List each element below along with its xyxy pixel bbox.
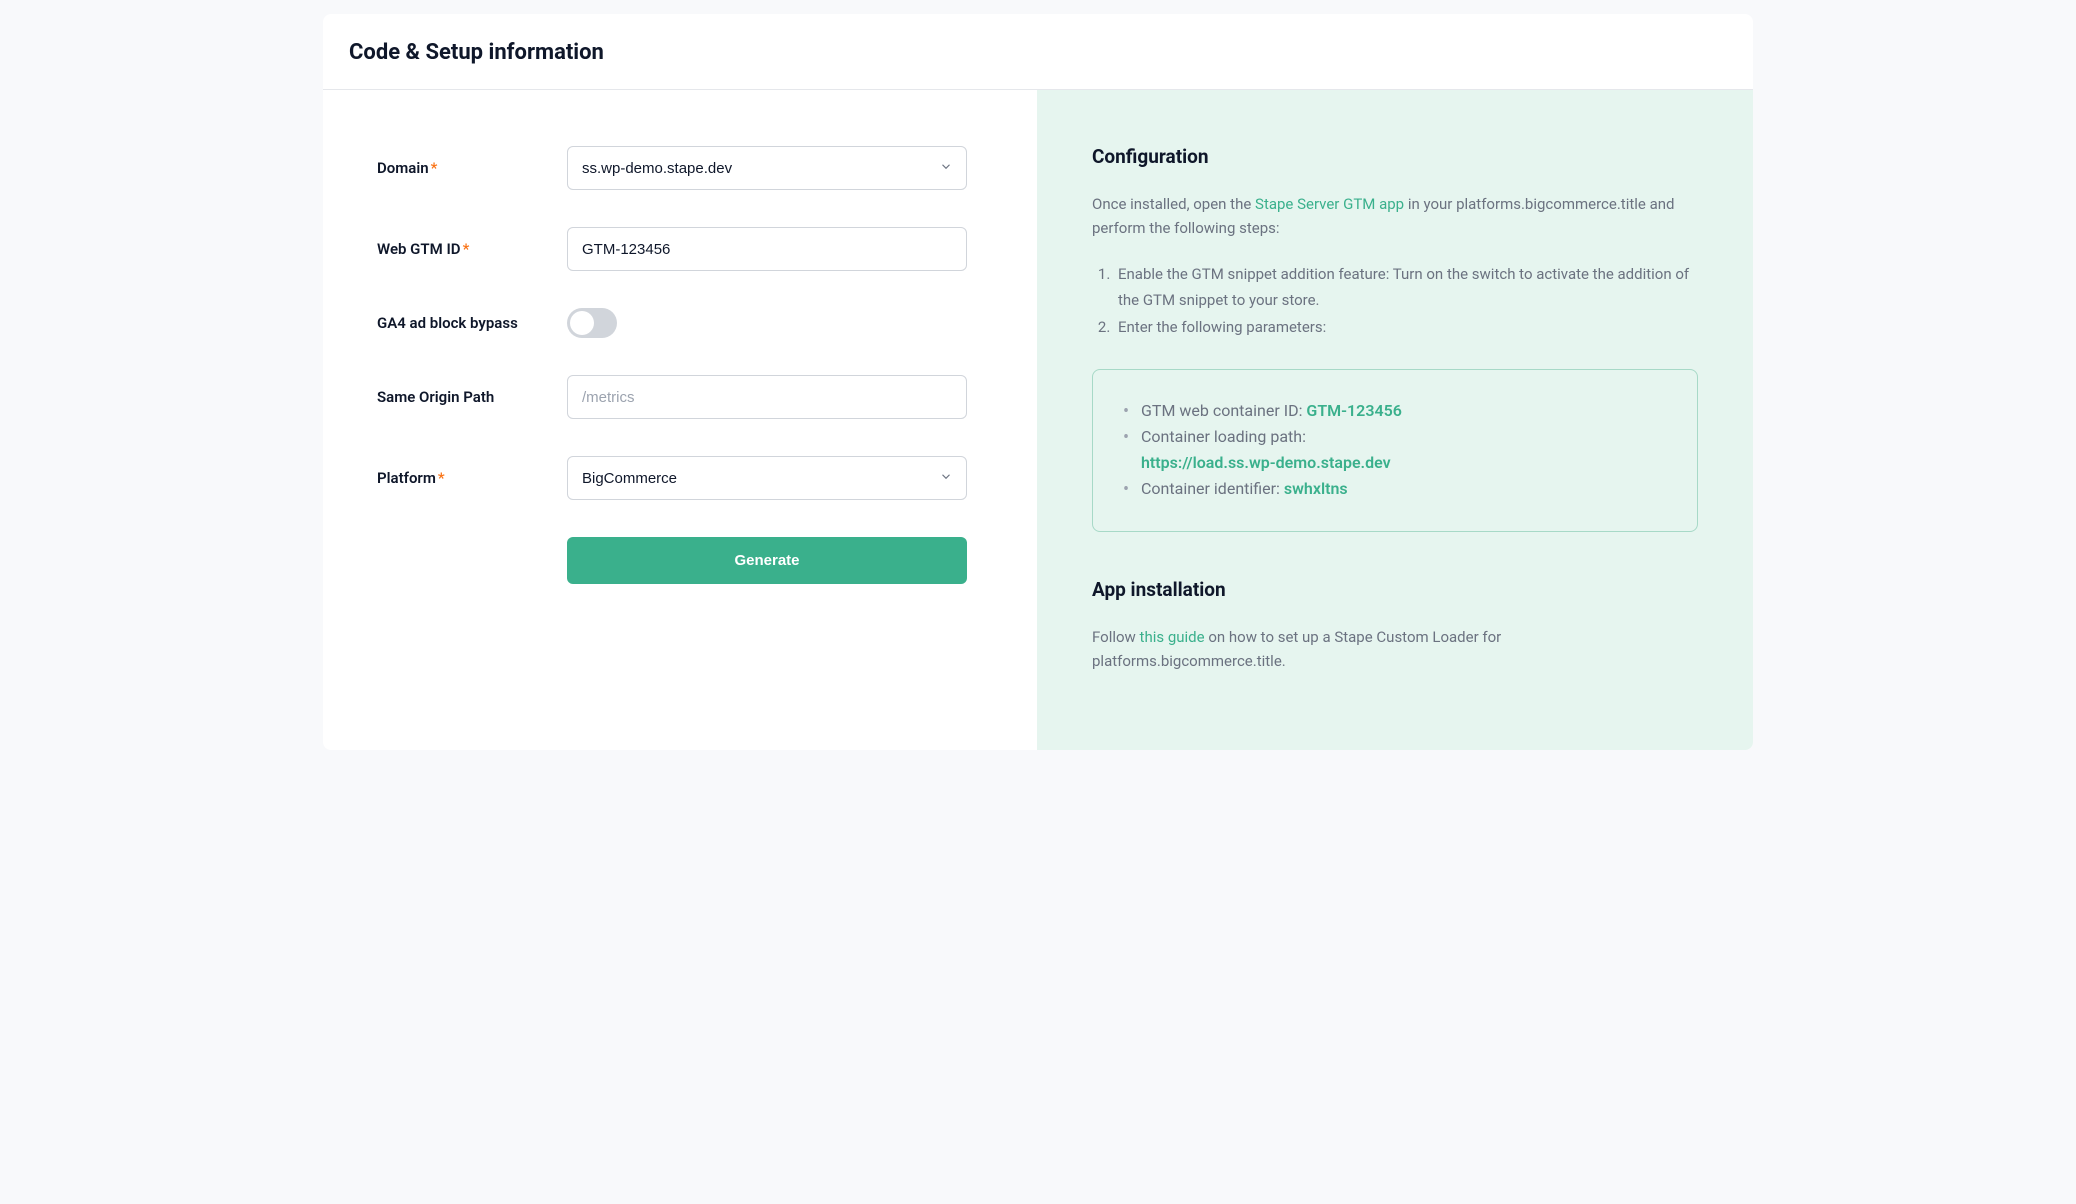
this-guide-link[interactable]: this guide xyxy=(1140,628,1205,646)
toggle-knob xyxy=(570,311,594,335)
web-gtm-id-wrap xyxy=(567,227,967,271)
web-gtm-id-input[interactable] xyxy=(567,227,967,271)
card-body: Domain* ss.wp-demo.stape.dev Web GTM ID* xyxy=(323,90,1753,750)
same-origin-path-label: Same Origin Path xyxy=(377,388,567,406)
config-step-2: Enter the following parameters: xyxy=(1114,315,1698,341)
domain-select-wrap: ss.wp-demo.stape.dev xyxy=(567,146,967,190)
app-installation-text: Follow this guide on how to set up a Sta… xyxy=(1092,625,1698,673)
config-params-list: GTM web container ID: GTM-123456 Contain… xyxy=(1123,398,1667,502)
same-origin-path-row: Same Origin Path xyxy=(377,375,983,419)
form-panel: Domain* ss.wp-demo.stape.dev Web GTM ID* xyxy=(323,90,1037,750)
config-param-gtm-id: GTM web container ID: GTM-123456 xyxy=(1123,398,1667,424)
domain-row: Domain* ss.wp-demo.stape.dev xyxy=(377,146,983,190)
platform-select[interactable]: BigCommerce xyxy=(567,456,967,500)
configuration-intro: Once installed, open the Stape Server GT… xyxy=(1092,192,1698,240)
app-installation-heading: App installation xyxy=(1092,578,1698,601)
ga4-bypass-label: GA4 ad block bypass xyxy=(377,314,567,332)
config-params-box: GTM web container ID: GTM-123456 Contain… xyxy=(1092,369,1698,532)
same-origin-path-wrap xyxy=(567,375,967,419)
config-step-1: Enable the GTM snippet addition feature:… xyxy=(1114,262,1698,313)
config-param-identifier: Container identifier: swhxltns xyxy=(1123,476,1667,502)
same-origin-path-input[interactable] xyxy=(567,375,967,419)
setup-card: Code & Setup information Domain* ss.wp-d… xyxy=(323,14,1753,750)
card-header: Code & Setup information xyxy=(323,14,1753,90)
config-identifier-value: swhxltns xyxy=(1284,479,1348,498)
generate-button[interactable]: Generate xyxy=(567,537,967,584)
required-marker: * xyxy=(438,469,445,487)
config-param-loading-path: Container loading path: https://load.ss.… xyxy=(1123,424,1667,475)
domain-label: Domain* xyxy=(377,159,567,177)
ga4-bypass-toggle[interactable] xyxy=(567,308,617,338)
domain-select[interactable]: ss.wp-demo.stape.dev xyxy=(567,146,967,190)
configuration-heading: Configuration xyxy=(1092,145,1698,168)
configuration-steps: Enable the GTM snippet addition feature:… xyxy=(1092,262,1698,341)
web-gtm-id-label: Web GTM ID* xyxy=(377,240,567,258)
required-marker: * xyxy=(463,240,470,258)
page-title: Code & Setup information xyxy=(349,40,1727,65)
required-marker: * xyxy=(431,159,438,177)
stape-server-gtm-link[interactable]: Stape Server GTM app xyxy=(1255,195,1404,213)
platform-row: Platform* BigCommerce xyxy=(377,456,983,500)
ga4-bypass-row: GA4 ad block bypass xyxy=(377,308,983,338)
config-loading-path-value: https://load.ss.wp-demo.stape.dev xyxy=(1141,453,1391,472)
platform-select-wrap: BigCommerce xyxy=(567,456,967,500)
web-gtm-id-row: Web GTM ID* xyxy=(377,227,983,271)
platform-label: Platform* xyxy=(377,469,567,487)
ga4-bypass-wrap xyxy=(567,308,967,338)
info-panel: Configuration Once installed, open the S… xyxy=(1037,90,1753,750)
config-gtm-id-value: GTM-123456 xyxy=(1306,401,1401,420)
